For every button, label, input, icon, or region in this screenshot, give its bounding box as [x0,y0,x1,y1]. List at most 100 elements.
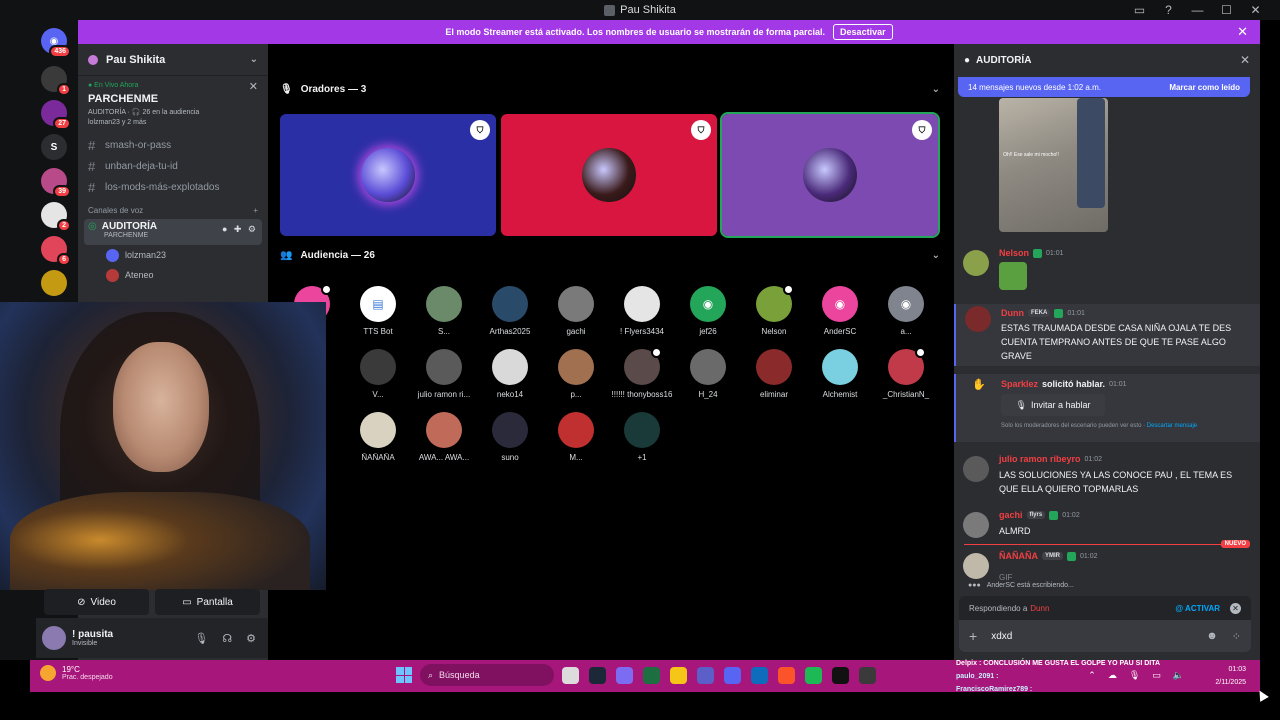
message-author[interactable]: Dunn [1001,308,1024,318]
voice-user[interactable]: lolzman23 [78,245,268,265]
message-author[interactable]: Nelson [999,248,1029,258]
avatar[interactable] [963,512,989,538]
clock[interactable]: 01:03 2/11/2025 [1215,663,1246,689]
audience-member[interactable]: Arthas2025 [477,286,543,336]
apps-icon[interactable]: ⁘ [1232,630,1241,643]
message-composer[interactable]: + xdxd ☻ ⁘ [959,620,1251,652]
taskbar-app-icon[interactable] [778,666,795,684]
audience-member[interactable]: suno [477,412,543,462]
weather-widget[interactable]: 19°C Prac. despejado [40,665,113,681]
mic-icon[interactable]: 🎙 [194,632,208,645]
message-input[interactable]: xdxd [991,631,1012,642]
audience-member[interactable]: ◉ AnderSC [807,286,873,336]
invite-to-speak-button[interactable]: 🎙 Invitar a hablar [1001,394,1105,416]
audience-member[interactable]: ÑAÑAÑA [345,412,411,462]
audience-member[interactable]: !!!!!! thonyboss16 [609,347,675,399]
audience-member[interactable]: julio ramon ri... [411,349,477,399]
emoji-icon[interactable]: ☻ [1206,630,1218,643]
taskbar-app-icon[interactable] [832,666,849,684]
close-icon[interactable]: ✕ [249,80,258,93]
dismiss-link[interactable]: Descartar mensaje [1147,423,1197,429]
taskbar-app-icon[interactable] [697,666,714,684]
add-channel-icon[interactable]: + [253,206,258,215]
active-voice-channel[interactable]: ◎ AUDITORÍA PARCHENME ● ✚ ⚙ [84,219,262,245]
speaker-tile[interactable]: ⛉ [280,114,496,236]
gear-icon[interactable]: ⚙ [246,632,256,645]
avatar[interactable] [963,456,989,482]
text-channel-item[interactable]: # unban-deja-tu-id [78,156,268,177]
new-messages-bar[interactable]: 14 mensajes nuevos desde 1:02 a.m. Marca… [958,77,1250,97]
taskbar-app-icon[interactable] [562,666,579,684]
audience-member[interactable]: ▤ TTS Bot [345,286,411,336]
avatar[interactable] [42,626,66,650]
chat-message[interactable]: Dunn FEKA 01:01 ESTAS TRAUMADA DESDE CAS… [954,304,1260,366]
audience-member[interactable]: _ChristianN_ [873,347,939,399]
banner-close-icon[interactable]: ✕ [1237,24,1248,40]
audience-member[interactable]: p... [543,349,609,399]
image-attachment[interactable]: Oh!! Ese sale mi mocho!! [999,98,1108,232]
speaker-tile[interactable]: ⛉ [720,112,940,238]
avatar[interactable] [963,553,989,579]
audience-member[interactable]: Nelson [741,284,807,336]
audience-member[interactable]: S... [411,286,477,336]
channel-tools-icons[interactable]: ● ✚ ⚙ [222,224,258,235]
request-actor[interactable]: Sparklez [1001,379,1038,389]
message-author[interactable]: gachi [999,510,1023,520]
speakers-header[interactable]: 🎙 Oradores — 3 ⌄ [280,84,940,95]
chat-message[interactable]: julio ramon ribeyro 01:02 LAS SOLUCIONES… [954,454,1260,500]
taskbar-app-icon[interactable] [805,666,822,684]
screen-share-button[interactable]: ▭ Pantalla [155,589,260,615]
help-icon[interactable]: ? [1162,3,1175,17]
audience-member[interactable]: gachi [543,286,609,336]
audience-member[interactable]: Alchemist [807,349,873,399]
audience-member[interactable]: neko14 [477,349,543,399]
taskbar-app-icon[interactable] [670,666,687,684]
close-window-button[interactable]: ✕ [1249,3,1262,17]
text-channel-item[interactable]: # smash-or-pass [78,135,268,156]
windows-start-icon[interactable] [396,667,412,683]
cancel-reply-icon[interactable]: ✕ [1230,602,1241,614]
taskbar-app-icon[interactable] [724,666,741,684]
chevron-down-icon[interactable]: ⌄ [932,84,940,95]
chat-message[interactable]: ÑAÑAÑA YMIR 01:02 GIF [954,551,1260,582]
audience-member[interactable]: ! Flyers3434 [609,286,675,336]
audience-member[interactable]: +1 [609,412,675,462]
chat-message[interactable]: Nelson 01:01 [954,248,1260,294]
server-icon[interactable]: 1 [41,66,71,96]
audience-header[interactable]: 👥 Audiencia — 26 ⌄ [280,250,940,261]
audience-member[interactable]: ◉ a... [873,286,939,336]
taskbar-app-icon[interactable] [589,666,606,684]
chat-message[interactable]: gachi flyrs 01:02 ALMRD [954,510,1260,540]
message-author[interactable]: julio ramon ribeyro [999,454,1081,464]
live-stage-card[interactable]: ● En Vivo Ahora ✕ PARCHENME AUDITORÍA · … [78,76,268,135]
audience-member[interactable]: M... [543,412,609,462]
video-button[interactable]: ⊘ Video [44,589,149,615]
server-header[interactable]: Pau Shikita ⌄ [78,44,268,76]
audience-member[interactable]: V... [345,349,411,399]
taskbar-app-icon[interactable] [859,666,876,684]
voice-user[interactable]: Ateneo [78,265,268,285]
taskbar-app-icon[interactable] [751,666,768,684]
chevron-down-icon[interactable]: ⌄ [932,250,940,261]
audience-member[interactable]: eliminar [741,349,807,399]
audience-member[interactable]: ◉ jef26 [675,286,741,336]
add-attachment-icon[interactable]: + [969,628,977,644]
maximize-button[interactable]: ☐ [1220,3,1233,17]
taskbar-search[interactable]: ⌕ Búsqueda [420,664,554,686]
volume-icon[interactable]: 🔈 [1173,670,1184,681]
server-icon[interactable]: 27 [41,100,71,130]
taskbar-app-icon[interactable] [616,666,633,684]
text-channel-item[interactable]: # los-mods-más-explotados [78,177,268,198]
server-icon[interactable]: S [41,134,67,160]
speaker-tile[interactable]: ⛉ [501,114,717,236]
server-icon[interactable]: 2 [41,202,71,232]
voice-category[interactable]: Canales de voz + [78,206,268,215]
taskbar-app-icon[interactable] [643,666,660,684]
server-icon[interactable]: 39 [41,168,71,198]
message-author[interactable]: ÑAÑAÑA [999,551,1038,561]
home-button[interactable]: ◉ 436 [41,28,71,58]
server-icon[interactable] [41,270,67,296]
inbox-icon[interactable]: ▭ [1133,3,1146,17]
mention-toggle[interactable]: @ ACTIVAR [1175,604,1220,613]
server-icon[interactable]: 6 [41,236,71,266]
